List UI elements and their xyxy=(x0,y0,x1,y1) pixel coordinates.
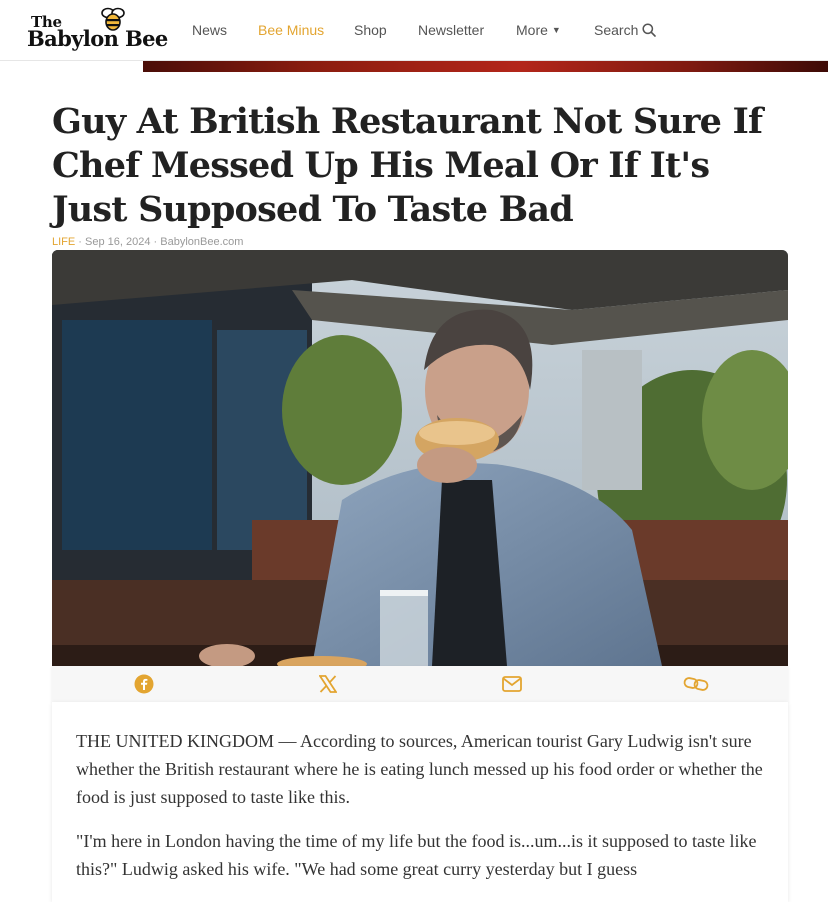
link-icon xyxy=(683,677,709,691)
site-header: The Babylon Bee News Bee Minus Shop News… xyxy=(0,0,828,61)
nav-news-label: News xyxy=(192,22,228,38)
caret-down-icon: ▼ xyxy=(551,25,561,35)
x-icon xyxy=(319,675,337,693)
facebook-icon xyxy=(134,674,154,694)
article-source: BabylonBee.com xyxy=(160,236,244,248)
meta-separator: · xyxy=(75,236,86,248)
article-meta: LIFE · Sep 16, 2024 · BabylonBee.com xyxy=(52,236,243,248)
share-bar xyxy=(52,666,788,702)
hero-photo xyxy=(52,250,788,666)
article-paragraph: "I'm here in London having the time of m… xyxy=(76,831,757,879)
nav-search-label: Search xyxy=(594,22,639,38)
nav-newsletter[interactable]: Newsletter xyxy=(418,0,484,60)
logo-text-babylon-bee: Babylon Bee xyxy=(27,26,168,51)
article-title: Guy At British Restaurant Not Sure If Ch… xyxy=(52,101,763,230)
search-icon xyxy=(642,23,657,37)
nav-bee-minus-label: Bee Minus xyxy=(258,22,325,38)
hero-image xyxy=(52,250,788,666)
nav-bee-minus[interactable]: Bee Minus xyxy=(258,0,324,60)
category-link[interactable]: LIFE xyxy=(52,236,75,248)
nav-shop[interactable]: Shop xyxy=(354,0,387,60)
article-date: Sep 16, 2024 xyxy=(85,236,151,248)
article-paragraph: THE UNITED KINGDOM — According to source… xyxy=(76,731,763,807)
nav-news[interactable]: News xyxy=(192,0,227,60)
nav-search[interactable]: Search xyxy=(594,0,657,60)
nav-more[interactable]: More ▼ xyxy=(516,0,561,60)
meta-separator: · xyxy=(150,236,161,248)
nav-newsletter-label: Newsletter xyxy=(418,22,485,38)
share-facebook-button[interactable] xyxy=(52,666,236,702)
share-link-button[interactable] xyxy=(604,666,788,702)
site-logo[interactable]: The Babylon Bee xyxy=(27,7,168,52)
nav-shop-label: Shop xyxy=(354,22,387,38)
ad-banner-strip[interactable] xyxy=(143,61,828,72)
share-email-button[interactable] xyxy=(420,666,604,702)
share-x-button[interactable] xyxy=(236,666,420,702)
nav-more-label: More xyxy=(516,22,548,38)
email-icon xyxy=(502,676,522,692)
